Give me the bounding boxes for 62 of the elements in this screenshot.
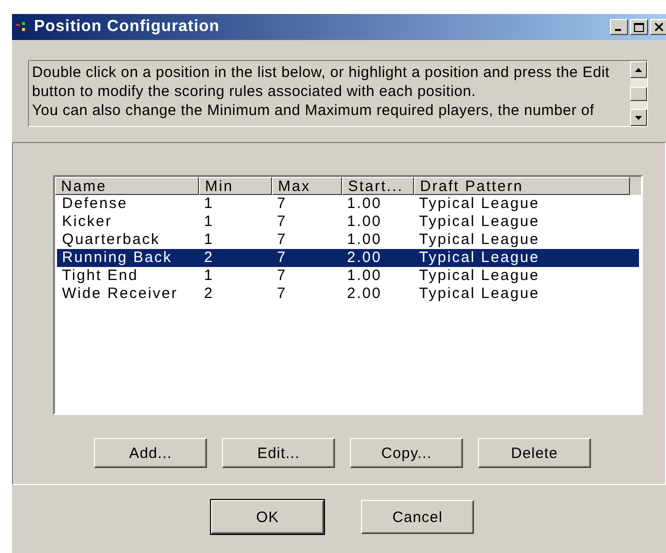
list-row[interactable]: Tight End 1 7 1.00 Typical League — [57, 267, 639, 285]
description-line: button to modify the scoring rules associated with each position. — [32, 82, 477, 101]
dialog-button[interactable]: Cancel — [361, 500, 474, 534]
table-cell-text: 2 — [203, 285, 215, 303]
table-cell-text: Typical League — [418, 231, 541, 249]
table-cell-text: 1.00 — [346, 195, 383, 213]
column-header[interactable]: Max — [272, 177, 342, 195]
table-cell-text: Typical League — [418, 195, 541, 213]
selected-row[interactable]: Running Back 2 7 2.00 Typical League — [57, 249, 639, 267]
scroll-up-button[interactable] — [630, 61, 647, 78]
table-cell-text: Typical League — [418, 249, 541, 267]
close-icon — [655, 23, 663, 31]
table-cell-text: 7 — [276, 213, 288, 231]
minimize-button[interactable] — [610, 19, 628, 35]
scroll-down-button[interactable] — [630, 109, 647, 126]
table-cell-text: Running Back — [61, 249, 174, 267]
table-cell-text: Typical League — [418, 267, 541, 285]
close-button[interactable] — [650, 19, 666, 35]
table-cell-text: Typical League — [418, 285, 541, 303]
table-cell-text: 1 — [203, 231, 215, 249]
column-header[interactable]: Draft Pattern — [414, 177, 630, 195]
maximize-icon — [634, 22, 644, 32]
scroll-thumb[interactable] — [630, 86, 647, 100]
table-cell-text: Typical League — [418, 213, 541, 231]
table-cell-text: 7 — [276, 249, 288, 267]
list-row[interactable]: Kicker 1 7 1.00 Typical League — [57, 213, 639, 231]
description-line: Double click on a position in the list below, or highlight a position and press the Edit — [32, 63, 611, 82]
column-header[interactable]: Start... — [342, 177, 414, 195]
table-cell-text: 1.00 — [346, 231, 383, 249]
list-button[interactable]: Add... — [94, 438, 207, 468]
up-arrow-icon — [635, 68, 642, 72]
down-arrow-icon — [635, 116, 642, 120]
list-button[interactable]: Copy... — [350, 438, 463, 468]
table-cell-text: 2.00 — [346, 285, 383, 303]
column-header[interactable]: Min — [199, 177, 272, 195]
list-row[interactable]: Wide Receiver 2 7 2.00 Typical League — [57, 285, 639, 303]
table-cell-text: 1.00 — [346, 267, 383, 285]
window-title: Position Configuration — [34, 18, 221, 36]
table-cell-text: Wide Receiver — [61, 285, 179, 303]
list-row[interactable]: Quarterback 1 7 1.00 Typical League — [57, 231, 639, 249]
table-cell-text: Defense — [61, 195, 129, 213]
maximize-button[interactable] — [630, 19, 648, 35]
table-cell-text: 1 — [203, 195, 215, 213]
table-cell-text: 7 — [276, 231, 288, 249]
list-button[interactable]: Delete — [478, 438, 591, 468]
scrollbar[interactable] — [630, 61, 647, 126]
list-row[interactable]: Defense 1 7 1.00 Typical League — [57, 195, 639, 213]
table-cell-text: 7 — [276, 195, 288, 213]
description-line: You can also change the Minimum and Maximum required players, the number of — [32, 101, 596, 120]
table-cell-text: Kicker — [61, 213, 114, 231]
table-cell-text: 7 — [276, 267, 288, 285]
table-cell-text: 7 — [276, 285, 288, 303]
list-button[interactable]: Edit... — [222, 438, 335, 468]
table-cell-text: 2 — [203, 249, 215, 267]
column-header[interactable]: Name — [55, 177, 199, 195]
default-button[interactable]: OK — [211, 500, 324, 534]
table-cell-text: 1 — [203, 267, 215, 285]
table-cell-text: Tight End — [61, 267, 140, 285]
table-cell-text: 1 — [203, 213, 215, 231]
table-cell-text: 2.00 — [346, 249, 383, 267]
table-cell-text: 1.00 — [346, 213, 383, 231]
table-cell-text: Quarterback — [61, 231, 161, 249]
